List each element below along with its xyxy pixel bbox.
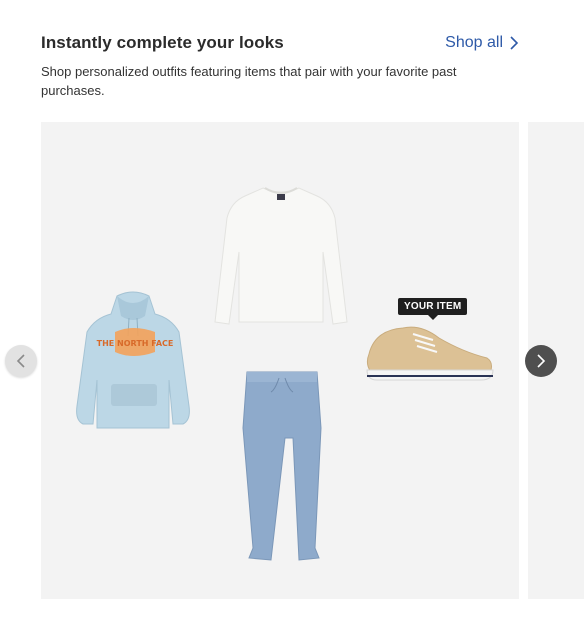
section-header: Instantly complete your looks Shop all (41, 33, 519, 53)
shop-all-link[interactable]: Shop all (445, 34, 519, 52)
carousel-next-button[interactable] (525, 345, 557, 377)
outfit-carousel: THE NORTH FACE YOUR ITEM (0, 122, 584, 600)
outfit-card[interactable]: THE NORTH FACE YOUR ITEM (41, 122, 519, 599)
shoe-image (366, 326, 494, 381)
hoodie-image: THE NORTH FACE (76, 291, 190, 429)
hoodie-logo-text: THE NORTH FACE (97, 339, 174, 348)
your-item-badge: YOUR ITEM (398, 298, 468, 320)
chevron-right-icon (537, 354, 546, 368)
section-subtitle: Shop personalized outfits featuring item… (41, 64, 457, 98)
chevron-right-icon (510, 36, 519, 50)
shirt-image (214, 187, 348, 325)
carousel-prev-button[interactable] (5, 345, 37, 377)
pants-image (242, 371, 322, 561)
shop-all-label: Shop all (445, 34, 503, 51)
chevron-left-icon (16, 354, 25, 368)
